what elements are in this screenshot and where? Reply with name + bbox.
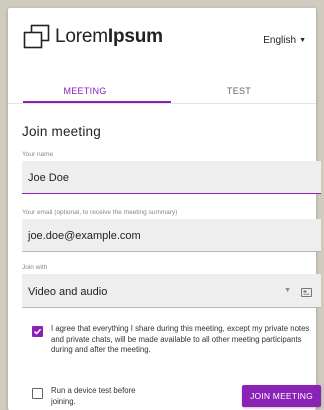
caret-down-icon: ▼ [299,37,306,44]
consent-text: I agree that everything I share during t… [51,324,310,354]
language-selector[interactable]: English ▼ [263,35,306,46]
name-field[interactable]: Joe Doe [22,161,321,194]
email-field-label: Your email (optional, to receive the mee… [22,209,178,216]
join-meeting-button[interactable]: JOIN MEETING [242,385,321,407]
brand-name-bold: Ipsum [107,26,163,47]
device-test-text: Run a device test before joining. [51,386,136,406]
overlapping-squares-logo-icon [23,24,51,50]
join-meeting-card: LoremIpsum English ▼ MEETING TEST Join m… [8,8,321,410]
join-with-value: Video and audio [28,286,108,298]
brand-name-light: Lorem [55,26,108,47]
language-label: English [263,35,297,46]
name-field-label: Your name [22,151,54,158]
tab-test[interactable]: TEST [162,78,316,104]
email-field-value: joe.doe@example.com [28,230,141,242]
brand-logo: LoremIpsum [23,24,163,50]
email-field[interactable]: joe.doe@example.com [22,219,321,252]
join-with-label: Join with [22,264,48,271]
device-test-checkbox[interactable] [32,388,43,399]
page-title: Join meeting [22,124,101,139]
checkmark-icon [33,328,42,335]
brand-name: LoremIpsum [55,26,163,48]
header: LoremIpsum English ▼ [8,8,316,66]
join-with-select[interactable]: Video and audio ▼ [22,274,321,308]
camera-settings-icon[interactable] [301,285,312,297]
caret-down-icon: ▼ [284,287,291,294]
active-tab-indicator [23,101,171,103]
consent-checkbox[interactable] [32,326,43,337]
name-field-value: Joe Doe [28,172,69,184]
